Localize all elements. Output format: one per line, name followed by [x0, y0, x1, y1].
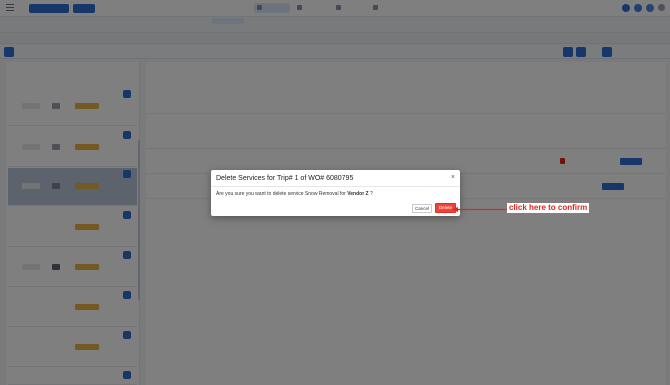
annotation-label: click here to confirm [507, 203, 590, 213]
vendor-name: Vendor Z [347, 191, 369, 197]
dialog-message-suffix: ? [368, 191, 373, 197]
annotation-arrow-icon [452, 207, 508, 212]
dialog-title: Delete Services for Trip# 1 of WO# 60807… [216, 175, 354, 182]
dialog-message: Are you sure you want to delete service … [216, 191, 373, 197]
delete-services-dialog: Delete Services for Trip# 1 of WO# 60807… [211, 170, 460, 216]
cancel-button[interactable]: Cancel [412, 204, 432, 213]
dialog-divider [211, 186, 460, 187]
dialog-message-prefix: Are you sure you want to delete service … [216, 191, 348, 197]
close-icon[interactable]: × [451, 174, 455, 182]
